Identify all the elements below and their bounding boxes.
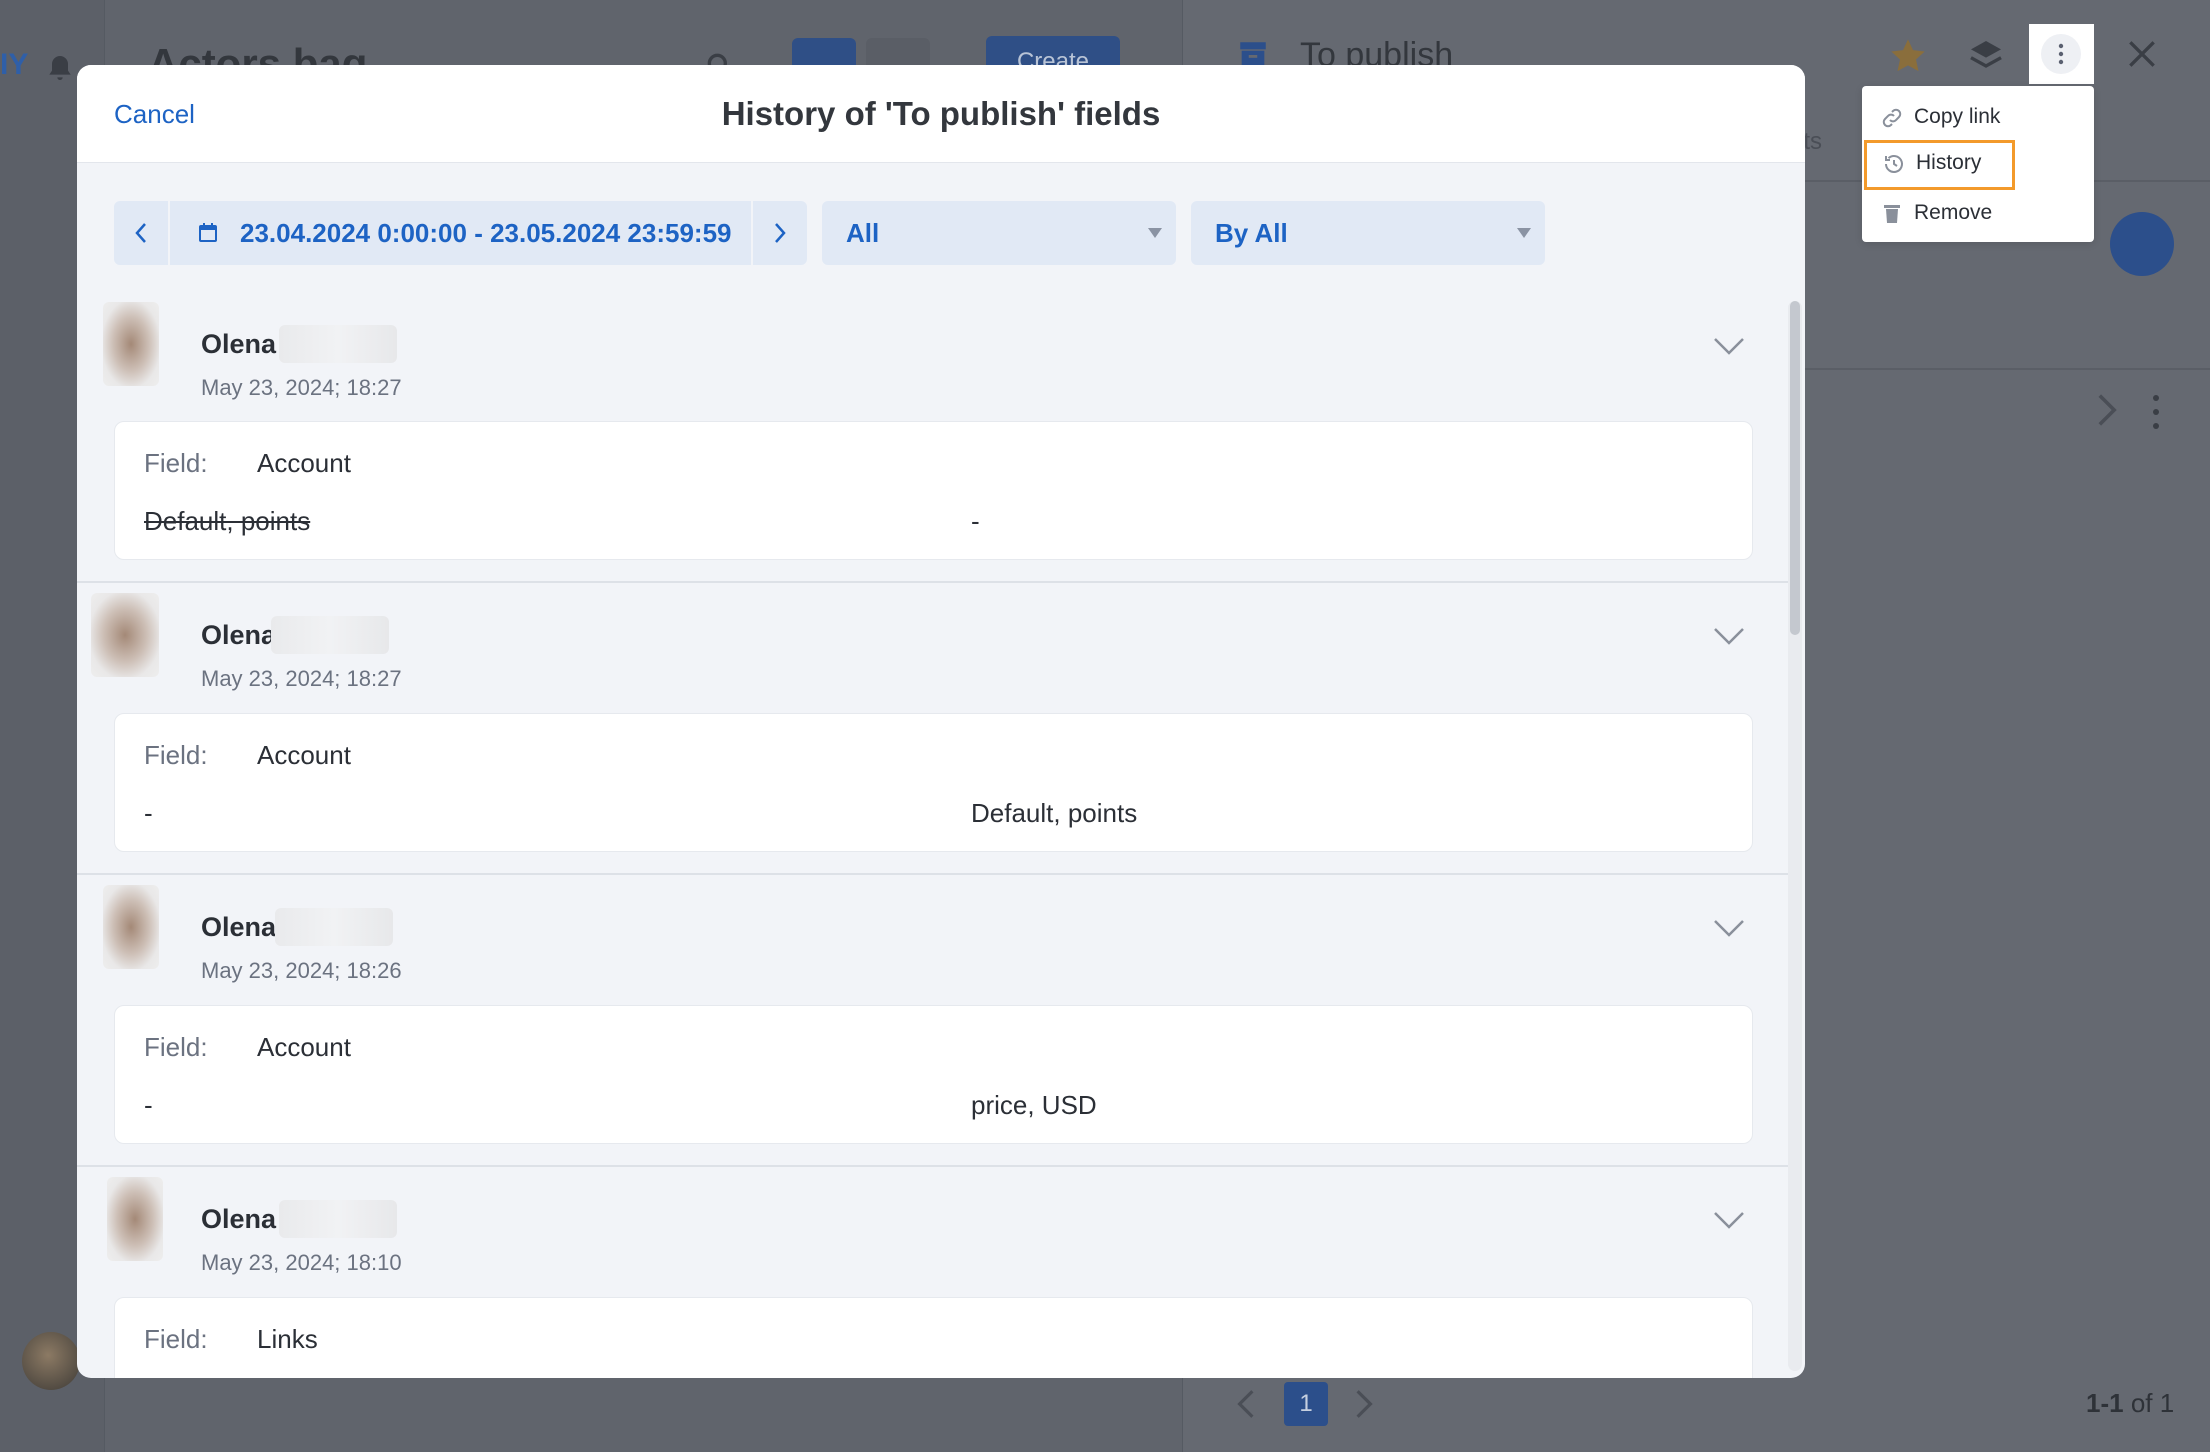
scrollbar[interactable] [1788, 301, 1802, 1371]
menu-item-remove[interactable]: Remove [1862, 190, 2094, 236]
avatar [107, 1177, 163, 1261]
history-list: Olena May 23, 2024; 18:27 Field: Account… [77, 291, 1789, 1378]
star-icon[interactable] [1888, 36, 1928, 76]
pagination-current-page[interactable]: 1 [1284, 1382, 1328, 1426]
change-card: Field: Account - price, USD [114, 1005, 1753, 1144]
more-vertical-icon[interactable] [2146, 392, 2166, 432]
menu-item-label: History [1916, 151, 1982, 174]
redacted-surname [279, 1200, 397, 1238]
change-type-select[interactable]: All [822, 201, 1176, 265]
date-range-value: 23.04.2024 0:00:00 - 23.05.2024 23:59:59 [240, 218, 732, 248]
current-user-avatar[interactable] [22, 1332, 80, 1390]
chevron-right-icon[interactable] [1354, 1388, 1374, 1420]
date-range-picker[interactable]: 23.04.2024 0:00:00 - 23.05.2024 23:59:59 [114, 201, 807, 265]
more-options-button[interactable] [2029, 24, 2094, 84]
entry-timestamp: May 23, 2024; 18:10 [201, 1250, 402, 1275]
history-entry: Olena May 23, 2024; 18:27 Field: Account… [77, 583, 1789, 875]
change-type-value: All [846, 218, 880, 248]
field-name: Links [257, 1324, 318, 1354]
field-label: Field: [144, 1324, 208, 1354]
history-entry: Olena May 23, 2024; 18:26 Field: Account… [77, 875, 1789, 1167]
chevron-down-icon[interactable] [1709, 621, 1749, 651]
user-filter-select[interactable]: By All [1191, 201, 1545, 265]
options-menu: Copy link History Remove [1862, 86, 2094, 242]
bell-icon[interactable] [44, 52, 76, 84]
change-card: Field: Links [114, 1297, 1753, 1378]
field-name: Account [257, 448, 351, 478]
date-next-button[interactable] [751, 201, 807, 265]
field-label: Field: [144, 1032, 208, 1062]
redacted-surname [271, 616, 389, 654]
redacted-surname [279, 325, 397, 363]
calendar-icon [199, 223, 217, 242]
more-options-button-bg [2041, 34, 2081, 74]
history-entry: Olena May 23, 2024; 18:10 Field: Links [77, 1167, 1789, 1378]
history-entry: Olena May 23, 2024; 18:27 Field: Account… [77, 291, 1789, 583]
old-value: - [144, 1090, 153, 1120]
caret-down-icon [1148, 228, 1162, 238]
chevron-left-icon [135, 223, 146, 243]
add-button[interactable] [2110, 212, 2174, 276]
entry-user-name: Olena [201, 1204, 277, 1234]
field-name: Account [257, 1032, 351, 1062]
date-prev-button[interactable] [114, 201, 170, 265]
avatar [91, 593, 159, 677]
pagination-count: 1-1 of 1 [2086, 1388, 2174, 1419]
chevron-left-icon[interactable] [1236, 1388, 1256, 1420]
chevron-right-icon [775, 223, 786, 243]
change-card: Field: Account - Default, points [114, 713, 1753, 852]
new-value: Default, points [971, 798, 1138, 828]
avatar [103, 302, 159, 386]
divider [1790, 368, 2210, 370]
brand-logo-fragment: IY [0, 48, 29, 81]
change-card: Field: Account Default, points - [114, 421, 1753, 560]
more-vertical-icon [2058, 43, 2064, 65]
new-value: price, USD [971, 1090, 1097, 1120]
pagination-range: 1-1 [2086, 1388, 2124, 1418]
field-name: Account [257, 740, 351, 770]
history-modal: Cancel History of 'To publish' fields 23… [77, 65, 1805, 1378]
old-value: Default, points [144, 506, 311, 536]
entry-user-name: Olena [201, 620, 277, 650]
close-icon[interactable] [2122, 34, 2162, 74]
field-label: Field: [144, 740, 208, 770]
avatar [103, 885, 159, 969]
modal-header: Cancel History of 'To publish' fields [77, 65, 1805, 163]
new-value: - [971, 506, 980, 536]
entry-timestamp: May 23, 2024; 18:27 [201, 375, 402, 400]
entry-timestamp: May 23, 2024; 18:26 [201, 958, 402, 983]
caret-down-icon [1517, 228, 1531, 238]
layers-icon[interactable] [1966, 36, 2006, 76]
chevron-down-icon[interactable] [1709, 913, 1749, 943]
chevron-right-icon[interactable] [2094, 392, 2120, 428]
history-icon [1885, 155, 1903, 173]
user-filter-value: By All [1215, 218, 1288, 248]
chevron-down-icon[interactable] [1709, 331, 1749, 361]
old-value: - [144, 798, 153, 828]
scrollbar-thumb[interactable] [1790, 301, 1800, 635]
menu-item-copy-link[interactable]: Copy link [1862, 94, 2094, 140]
chevron-down-icon[interactable] [1709, 1205, 1749, 1235]
menu-item-history[interactable]: History [1864, 140, 2015, 190]
entry-timestamp: May 23, 2024; 18:27 [201, 666, 402, 691]
menu-item-label: Remove [1914, 201, 1993, 224]
link-icon [1882, 108, 1902, 128]
redacted-surname [275, 908, 393, 946]
entry-user-name: Olena [201, 912, 277, 942]
field-label: Field: [144, 448, 208, 478]
trash-icon [1884, 205, 1900, 223]
entry-user-name: Olena [201, 329, 277, 359]
menu-item-label: Copy link [1914, 105, 2001, 128]
pagination-total: of 1 [2130, 1388, 2175, 1418]
modal-title: History of 'To publish' fields [721, 95, 1161, 132]
